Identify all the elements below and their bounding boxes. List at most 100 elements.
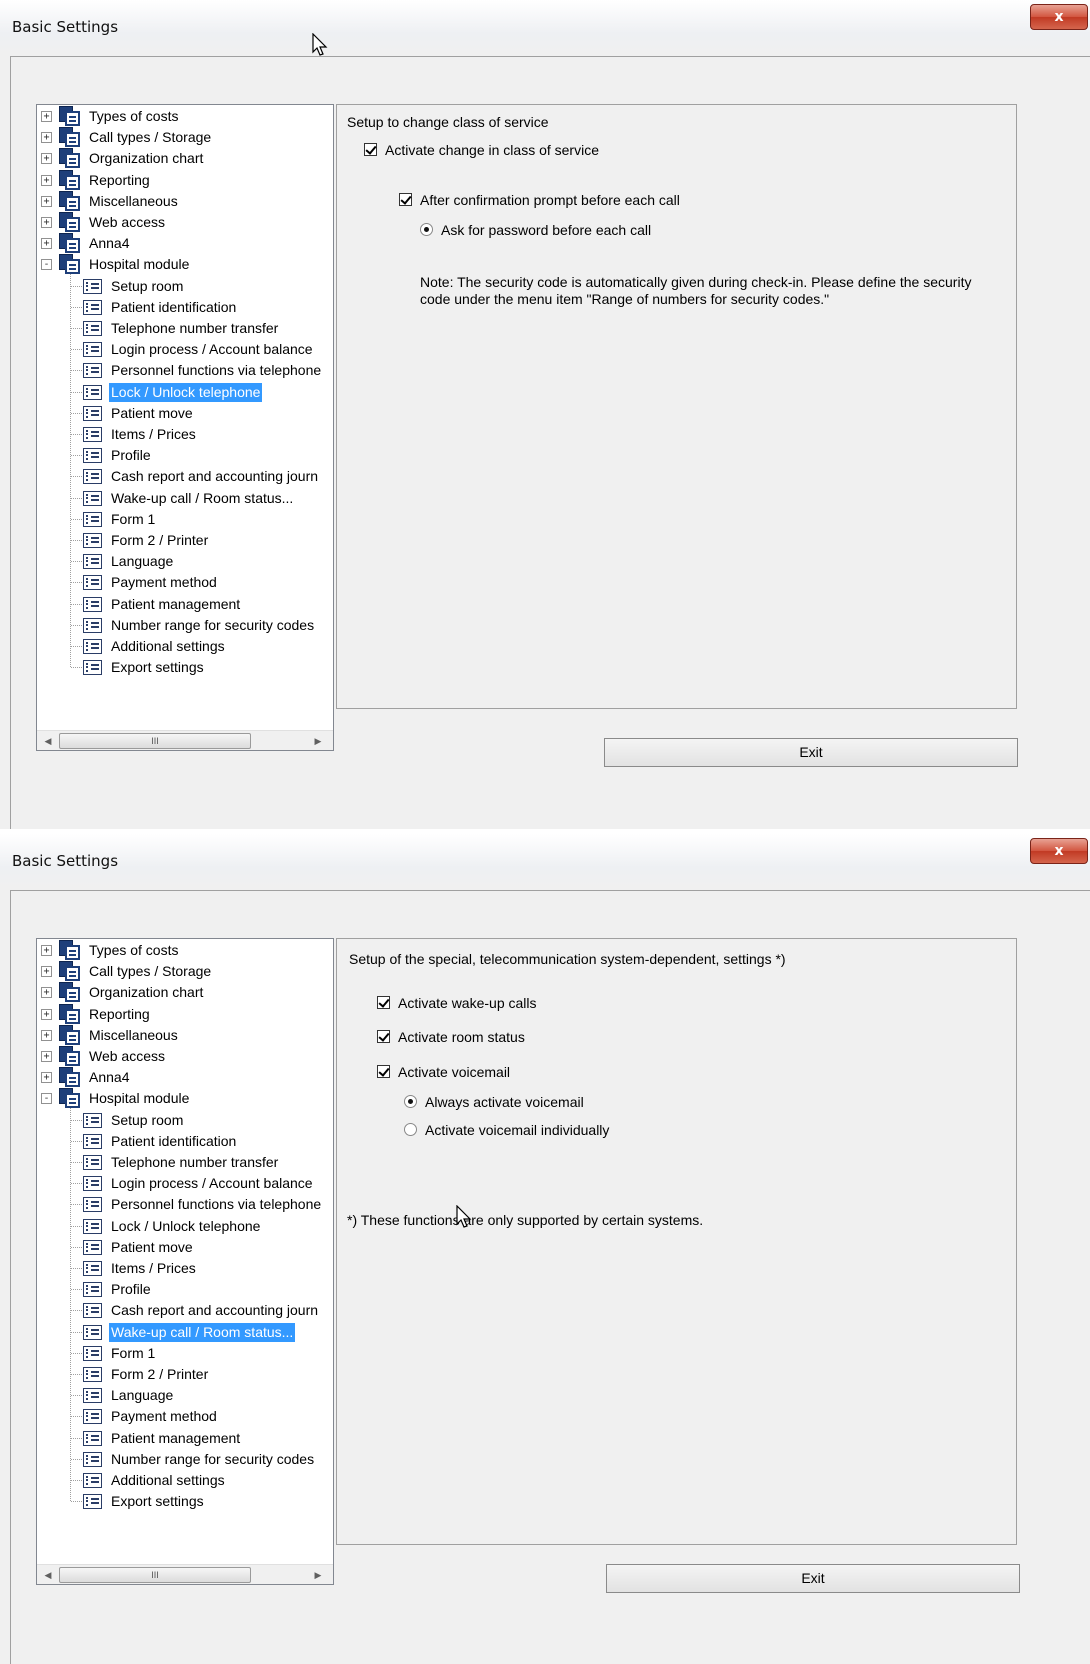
tree-item-cash-report-and-accounting-journ[interactable]: Cash report and accounting journ (37, 465, 333, 487)
activate-change-checkbox[interactable] (364, 143, 377, 156)
title-bar[interactable]: Basic Settings x (0, 834, 1090, 890)
voicemail-label[interactable]: Activate voicemail (398, 1064, 510, 1080)
tree-item-label[interactable]: Login process / Account balance (109, 340, 315, 359)
expand-icon[interactable]: + (41, 174, 52, 186)
tree-item-label[interactable]: Call types / Storage (87, 128, 213, 147)
tree-item-label[interactable]: Personnel functions via telephone (109, 1195, 323, 1214)
wakeup-calls-label[interactable]: Activate wake-up calls (398, 995, 537, 1011)
tree-group-reporting[interactable]: + Reporting (37, 169, 333, 191)
expand-icon[interactable]: + (41, 132, 52, 144)
tree-group-types-of-costs[interactable]: + Types of costs (37, 105, 333, 127)
tree-item-language[interactable]: Language (37, 550, 333, 572)
horizontal-scrollbar[interactable]: ◀ III ▶ (37, 730, 333, 750)
tree-item-label[interactable]: Export settings (109, 658, 206, 677)
exit-button[interactable]: Exit (606, 1564, 1020, 1593)
tree-item-patient-management[interactable]: Patient management (37, 593, 333, 615)
expand-icon[interactable]: + (41, 1072, 52, 1084)
tree-item-label[interactable]: Items / Prices (109, 425, 198, 444)
tree-item-label[interactable]: Form 1 (109, 1344, 157, 1363)
tree-item-login-process-account-balance[interactable]: Login process / Account balance (37, 1172, 333, 1194)
tree-item-label[interactable]: Additional settings (109, 637, 227, 656)
tree-item-label[interactable]: Organization chart (87, 149, 205, 168)
tree-item-label[interactable]: Profile (109, 446, 153, 465)
tree-item-label[interactable]: Lock / Unlock telephone (109, 1217, 262, 1236)
tree-item-telephone-number-transfer[interactable]: Telephone number transfer (37, 1151, 333, 1173)
expand-icon[interactable]: + (41, 1029, 52, 1041)
tree-item-label[interactable]: Miscellaneous (87, 192, 180, 211)
tree-item-label[interactable]: Patient management (109, 595, 242, 614)
tree-group-anna4[interactable]: + Anna4 (37, 1066, 333, 1088)
scroll-left-arrow-icon[interactable]: ◀ (39, 1565, 57, 1584)
wakeup-calls-checkbox[interactable] (377, 996, 390, 1009)
tree-item-label[interactable]: Items / Prices (109, 1259, 198, 1278)
room-status-label[interactable]: Activate room status (398, 1029, 525, 1045)
tree-item-telephone-number-transfer[interactable]: Telephone number transfer (37, 317, 333, 339)
scroll-thumb[interactable]: III (59, 1567, 251, 1583)
scroll-right-arrow-icon[interactable]: ▶ (309, 731, 327, 750)
tree-item-label[interactable]: Hospital module (87, 1089, 191, 1108)
tree-item-profile[interactable]: Profile (37, 444, 333, 466)
tree-item-label[interactable]: Payment method (109, 1407, 219, 1426)
tree-item-label[interactable]: Number range for security codes (109, 616, 316, 635)
tree-item-label[interactable]: Additional settings (109, 1471, 227, 1490)
tree-group-anna4[interactable]: + Anna4 (37, 232, 333, 254)
tree-item-label[interactable]: Wake-up call / Room status... (109, 1322, 296, 1342)
always-voicemail-label[interactable]: Always activate voicemail (425, 1094, 584, 1110)
tree-item-items-prices[interactable]: Items / Prices (37, 423, 333, 445)
tree-item-label[interactable]: Organization chart (87, 983, 205, 1002)
tree-item-patient-move[interactable]: Patient move (37, 402, 333, 424)
expand-icon[interactable]: + (41, 111, 52, 122)
expand-icon[interactable]: + (41, 1008, 52, 1020)
tree-item-form-1[interactable]: Form 1 (37, 1342, 333, 1364)
tree-item-export-settings[interactable]: Export settings (37, 1490, 333, 1512)
tree-item-label[interactable]: Reporting (87, 1005, 152, 1024)
tree-item-form-1[interactable]: Form 1 (37, 508, 333, 530)
horizontal-scrollbar[interactable]: ◀ III ▶ (37, 1564, 333, 1584)
tree-item-label[interactable]: Setup room (109, 1111, 185, 1130)
tree-item-lock-unlock-telephone[interactable]: Lock / Unlock telephone (37, 1215, 333, 1237)
close-button[interactable]: x (1030, 838, 1088, 864)
tree-item-label[interactable]: Form 2 / Printer (109, 531, 210, 550)
tree-item-patient-identification[interactable]: Patient identification (37, 296, 333, 318)
tree-item-label[interactable]: Types of costs (87, 941, 180, 960)
individual-voicemail-radio[interactable] (404, 1123, 417, 1136)
tree-item-label[interactable]: Reporting (87, 171, 152, 190)
scroll-right-arrow-icon[interactable]: ▶ (309, 1565, 327, 1584)
tree-group-call-types-storage[interactable]: + Call types / Storage (37, 960, 333, 982)
tree-item-label[interactable]: Setup room (109, 277, 185, 296)
tree-item-label[interactable]: Patient identification (109, 1132, 238, 1151)
tree-item-payment-method[interactable]: Payment method (37, 1405, 333, 1427)
tree-item-label[interactable]: Patient identification (109, 298, 238, 317)
title-bar[interactable]: Basic Settings x (0, 0, 1090, 56)
tree-item-label[interactable]: Login process / Account balance (109, 1174, 315, 1193)
tree-item-label[interactable]: Miscellaneous (87, 1026, 180, 1045)
tree-item-label[interactable]: Patient move (109, 1238, 195, 1257)
confirmation-prompt-checkbox[interactable] (399, 193, 412, 206)
tree-item-label[interactable]: Web access (87, 213, 167, 232)
tree-item-label[interactable]: Call types / Storage (87, 962, 213, 981)
tree-item-label[interactable]: Payment method (109, 573, 219, 592)
tree-item-label[interactable]: Telephone number transfer (109, 1153, 280, 1172)
tree-item-patient-management[interactable]: Patient management (37, 1427, 333, 1449)
activate-change-label[interactable]: Activate change in class of service (385, 142, 599, 158)
tree-item-label[interactable]: Language (109, 1386, 175, 1405)
expand-icon[interactable]: + (41, 945, 52, 956)
tree-item-label[interactable]: Patient move (109, 404, 195, 423)
always-voicemail-radio[interactable] (404, 1095, 417, 1108)
tree-group-web-access[interactable]: + Web access (37, 1045, 333, 1067)
close-button[interactable]: x (1030, 4, 1088, 30)
tree-group-organization-chart[interactable]: + Organization chart (37, 147, 333, 169)
expand-icon[interactable]: + (41, 195, 52, 207)
tree-item-label[interactable]: Export settings (109, 1492, 206, 1511)
ask-password-label[interactable]: Ask for password before each call (441, 222, 651, 238)
expand-icon[interactable]: + (41, 987, 52, 999)
expand-icon[interactable]: + (41, 153, 52, 165)
tree-item-number-range-for-security-codes[interactable]: Number range for security codes (37, 614, 333, 636)
tree-item-login-process-account-balance[interactable]: Login process / Account balance (37, 338, 333, 360)
expand-icon[interactable]: + (41, 217, 52, 228)
tree-item-label[interactable]: Cash report and accounting journ (109, 467, 320, 486)
tree-item-patient-identification[interactable]: Patient identification (37, 1130, 333, 1152)
tree-item-wake-up-call-room-status[interactable]: Wake-up call / Room status... (37, 487, 333, 509)
tree-group-web-access[interactable]: + Web access (37, 211, 333, 233)
tree-item-label[interactable]: Cash report and accounting journ (109, 1301, 320, 1320)
